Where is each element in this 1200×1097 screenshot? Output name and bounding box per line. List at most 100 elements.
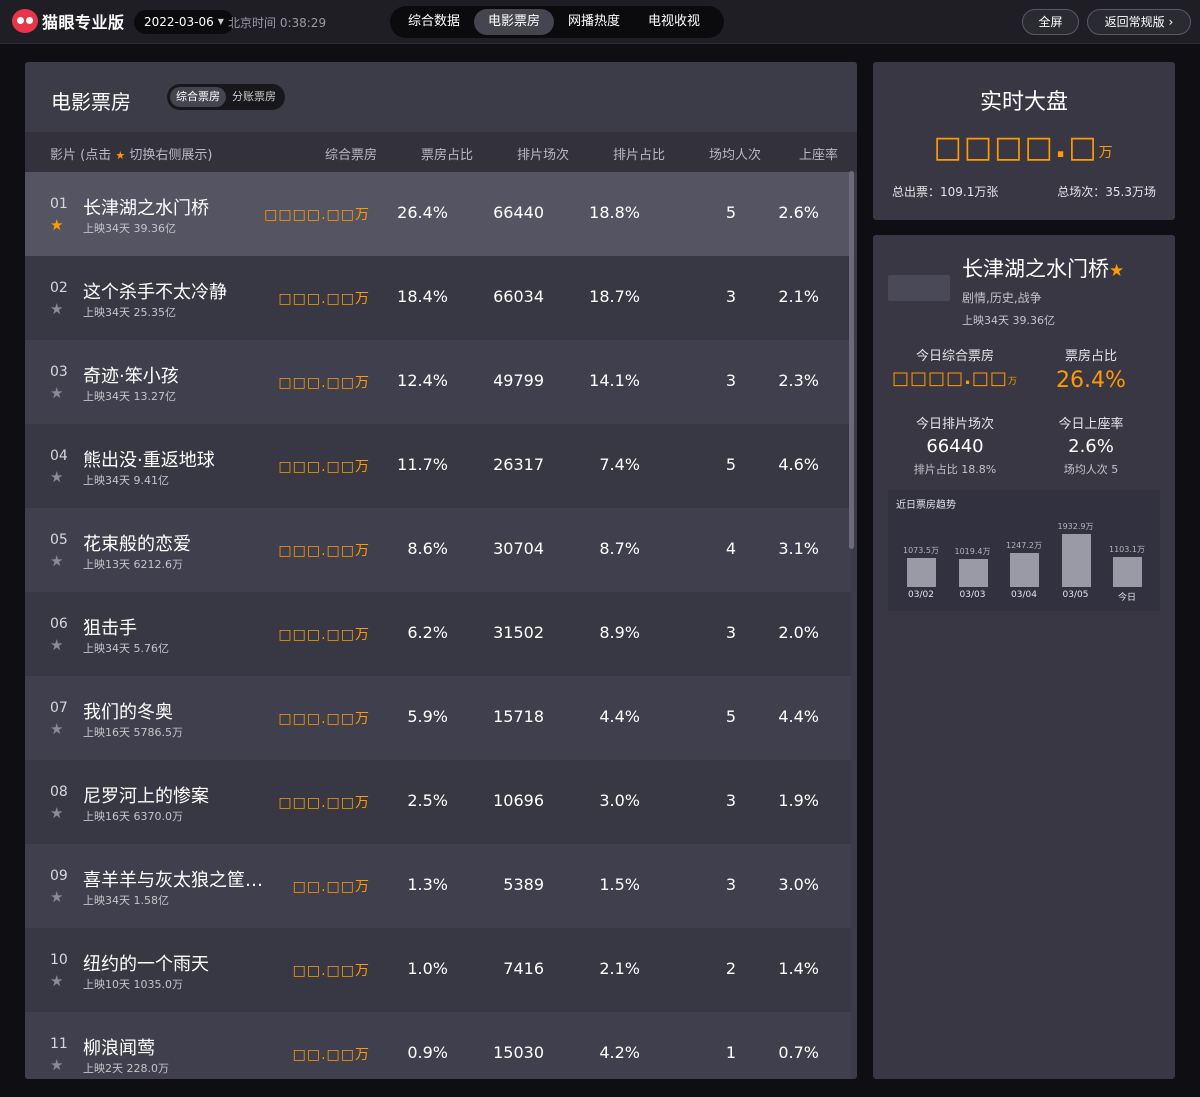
trend-bar-value-label: 1103.1万 [1109, 545, 1145, 554]
table-row[interactable]: 11 ★ 柳浪闻莺 上映2天 228.0万 □□.□□万 0.9% 15030 4.2% 1 0.… [25, 1012, 851, 1079]
box-office-type-toggle: 综合票房 分账票房 [167, 84, 285, 110]
avg-attendance-cell: 5 [725, 707, 736, 726]
total-tickets: 总出票：109.1万张 [892, 185, 999, 199]
tab-movie-box-office[interactable]: 电影票房 [474, 9, 555, 35]
trend-bar[interactable] [1061, 534, 1091, 587]
back-to-standard-button[interactable]: 返回常规版 › [1087, 9, 1191, 35]
trend-bar[interactable] [958, 559, 988, 587]
seat-rate-cell: 2.6% [778, 203, 819, 222]
star-icon[interactable]: ★ [1109, 261, 1124, 281]
trend-x-label: 03/04 [1011, 590, 1037, 600]
col-box-office[interactable]: 综合票房 [325, 144, 377, 163]
tab-tv-ratings[interactable]: 电视收视 [634, 9, 714, 35]
stat-value: 2.6% [1068, 436, 1114, 457]
rank-number: 08 [50, 784, 68, 800]
col-seat-rate[interactable]: 上座率 [799, 144, 838, 163]
seat-rate-cell: 1.9% [778, 791, 819, 810]
cat-eye-logo-icon [12, 9, 38, 33]
col-box-share[interactable]: 票房占比 [421, 144, 473, 163]
trend-title: 近日票房趋势 [896, 500, 956, 511]
star-icon[interactable]: ★ [50, 216, 63, 234]
stat-value: 66440 [926, 436, 984, 457]
shows-cell: 66034 [493, 287, 544, 306]
page-title: 电影票房 [51, 90, 131, 114]
table-row[interactable]: 05 ★ 花束般的恋爱 上映13天 6212.6万 □□□.□□万 8.6% 30704 8.… [25, 508, 851, 592]
table-row[interactable]: 08 ★ 尼罗河上的惨案 上映16天 6370.0万 □□□.□□万 2.5% 10696 3… [25, 760, 851, 844]
star-icon[interactable]: ★ [50, 720, 63, 738]
list-scrollbar[interactable] [849, 171, 854, 549]
col-shows[interactable]: 排片场次 [517, 144, 569, 163]
movie-release-info: 上映13天 6212.6万 [83, 558, 183, 571]
trend-bar[interactable] [1113, 557, 1142, 587]
table-row[interactable]: 10 ★ 纽约的一个雨天 上映10天 1035.0万 □□.□□万 1.0% 7416 2.1… [25, 928, 851, 1012]
trend-bar-value-label: 1019.4万 [954, 547, 991, 556]
star-icon[interactable]: ★ [50, 972, 63, 990]
trend-bar[interactable] [907, 558, 936, 587]
shows-cell: 7416 [503, 959, 544, 978]
realtime-box-office: □□□□.□万 [873, 130, 1175, 165]
avg-attendance-cell: 3 [725, 875, 736, 894]
star-icon[interactable]: ★ [50, 552, 63, 570]
chevron-down-icon: ▼ [217, 17, 224, 26]
table-row[interactable]: 02 ★ 这个杀手不太冷静 上映34天 25.35亿 □□□.□□万 18.4% 66034… [25, 256, 851, 340]
box-office-trend-chart: 近日票房趋势 1073.5万 03/02 1019.4万 03/03 1247.2万 03… [888, 490, 1160, 611]
star-icon[interactable]: ★ [50, 468, 63, 486]
tab-overview[interactable]: 综合数据 [394, 9, 474, 35]
movie-name: 柳浪闻莺 [83, 1038, 155, 1059]
trend-bar[interactable] [1010, 553, 1039, 587]
star-icon[interactable]: ★ [50, 300, 63, 318]
table-row[interactable]: 09 ★ 喜羊羊与灰太狼之筐… 上映34天 1.58亿 □□.□□万 1.3% 5389 1.… [25, 844, 851, 928]
table-row[interactable]: 04 ★ 熊出没·重返地球 上映34天 9.41亿 □□□.□□万 11.7% 26317 7… [25, 424, 851, 508]
table-row[interactable]: 01 ★ 长津湖之水门桥 上映34天 39.36亿 □□□□.□□万 26.4% 66440… [25, 172, 851, 256]
star-icon[interactable]: ★ [50, 804, 63, 822]
star-icon[interactable]: ★ [50, 888, 63, 906]
segment-combined[interactable]: 综合票房 [170, 87, 226, 107]
star-icon[interactable]: ★ [50, 636, 63, 654]
avg-attendance-cell: 5 [725, 455, 736, 474]
show-share-cell: 3.0% [599, 791, 640, 810]
box-office-cell: □□□.□□万 [278, 627, 370, 643]
trend-x-label: 03/02 [908, 590, 934, 600]
movie-release-info: 上映34天 13.27亿 [83, 390, 176, 403]
table-row[interactable]: 07 ★ 我们的冬奥 上映16天 5786.5万 □□□.□□万 5.9% 15718 4.4… [25, 676, 851, 760]
show-share-cell: 4.4% [599, 707, 640, 726]
seat-rate-cell: 3.0% [778, 875, 819, 894]
shows-cell: 49799 [493, 371, 544, 390]
box-office-cell: □□□.□□万 [278, 375, 370, 391]
table-row[interactable]: 03 ★ 奇迹·笨小孩 上映34天 13.27亿 □□□.□□万 12.4% 49799 14… [25, 340, 851, 424]
rank-number: 07 [50, 700, 68, 716]
rank-number: 11 [50, 1036, 68, 1052]
avg-attendance-cell: 3 [725, 791, 736, 810]
box-share-cell: 5.9% [407, 707, 448, 726]
shows-cell: 10696 [493, 791, 544, 810]
show-share-cell: 4.2% [599, 1043, 640, 1062]
panel-header: 电影票房 综合票房 分账票房 [25, 62, 857, 132]
movie-list: 01 ★ 长津湖之水门桥 上映34天 39.36亿 □□□□.□□万 26.4% 66440… [25, 172, 851, 1079]
table-row[interactable]: 06 ★ 狙击手 上映34天 5.76亿 □□□.□□万 6.2% 31502 8.9% 3 2.… [25, 592, 851, 676]
tab-web-series[interactable]: 网播热度 [554, 9, 634, 35]
trend-x-label: 03/05 [1062, 590, 1089, 600]
date-selector[interactable]: 2022-03-06 ▼ [134, 10, 234, 34]
col-show-share[interactable]: 排片占比 [613, 144, 665, 163]
stat-box-number: □□□□.□□ [892, 368, 1008, 389]
star-icon[interactable]: ★ [50, 384, 63, 402]
detail-movie-title: 长津湖之水门桥★ [962, 253, 1124, 283]
star-icon[interactable]: ★ [50, 1056, 63, 1074]
stat-today-seat-rate: 今日上座率 2.6% 场均人次 5 [1016, 413, 1166, 477]
shows-cell: 15718 [493, 707, 544, 726]
stat-today-box-office: 今日综合票房 □□□□.□□万 [880, 345, 1030, 389]
app-name: 猫眼专业版 [42, 13, 125, 32]
stat-label: 票房占比 [1064, 349, 1117, 364]
col-film-tail: 切换右侧展示) [129, 148, 213, 163]
stat-label: 今日综合票房 [915, 349, 994, 364]
col-avg-attendance[interactable]: 场均人次 [709, 144, 761, 163]
stat-sub: 场均人次 5 [1063, 463, 1119, 476]
box-share-cell: 0.9% [407, 1043, 448, 1062]
segment-split[interactable]: 分账票房 [226, 87, 282, 107]
show-share-cell: 7.4% [599, 455, 640, 474]
shows-cell: 31502 [493, 623, 544, 642]
app-logo[interactable]: 猫眼专业版 [12, 9, 125, 33]
box-office-cell: □□□.□□万 [278, 459, 370, 475]
fullscreen-button[interactable]: 全屏 [1022, 9, 1079, 35]
movie-release-info: 上映34天 9.41亿 [83, 474, 169, 487]
